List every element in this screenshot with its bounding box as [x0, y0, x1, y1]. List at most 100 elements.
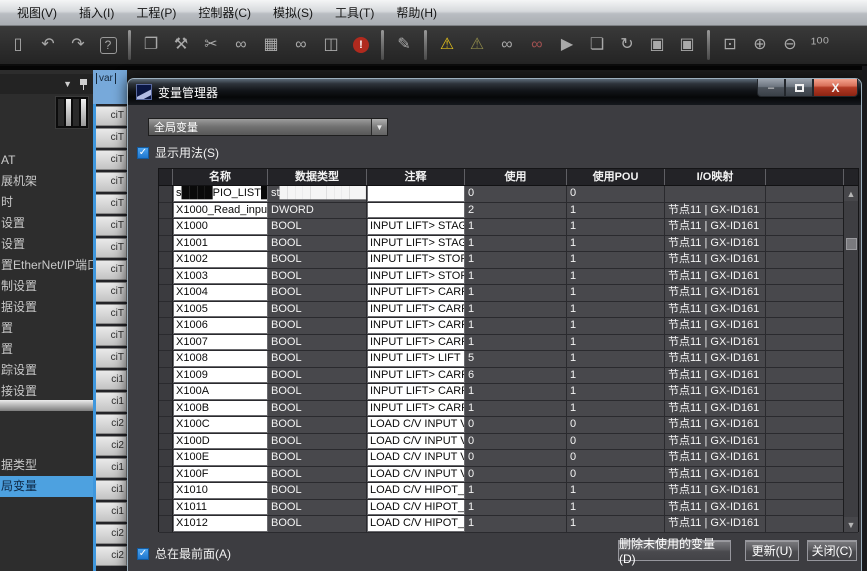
- warning-off-icon[interactable]: ⚠: [465, 33, 489, 57]
- warning-icon[interactable]: ⚠: [435, 33, 459, 57]
- background-row-header[interactable]: ciT: [96, 238, 127, 258]
- monitor-watch-off-icon[interactable]: ∞: [525, 33, 549, 57]
- row-selector-cell[interactable]: [159, 219, 173, 235]
- zoom-out-icon[interactable]: ⊖: [778, 33, 802, 57]
- row-selector-cell[interactable]: [159, 269, 173, 285]
- row-selector-cell[interactable]: [159, 500, 173, 516]
- name-cell[interactable]: s████PIO_LIST███: [173, 186, 268, 202]
- comment-cell[interactable]: INPUT LIFT> STOP: [367, 269, 465, 285]
- datatype-cell[interactable]: st████████████: [268, 186, 367, 202]
- comment-cell[interactable]: INPUT LIFT> LIFT (: [367, 351, 465, 367]
- datatype-cell[interactable]: BOOL: [268, 401, 367, 417]
- column-header-2[interactable]: 注释: [367, 169, 465, 185]
- datatype-cell[interactable]: BOOL: [268, 467, 367, 483]
- name-cell[interactable]: X1008: [173, 351, 268, 367]
- comment-cell[interactable]: INPUT LIFT> STAG: [367, 219, 465, 235]
- background-row-header[interactable]: ciT: [96, 216, 127, 236]
- row-selector-cell[interactable]: [159, 384, 173, 400]
- row-selector-cell[interactable]: [159, 450, 173, 466]
- menu-item-3[interactable]: 控制器(C): [187, 0, 262, 25]
- search-binoculars-icon[interactable]: ◫: [319, 33, 343, 57]
- comment-cell[interactable]: LOAD C/V INPUT V: [367, 450, 465, 466]
- row-selector-cell[interactable]: [159, 203, 173, 219]
- watch-icon[interactable]: ∞: [229, 33, 253, 57]
- background-row-header[interactable]: ciT: [96, 326, 127, 346]
- show-usage-checkbox[interactable]: ✓ 显示用法(S): [137, 144, 219, 161]
- comment-cell[interactable]: INPUT LIFT> CARR: [367, 335, 465, 351]
- column-header-1[interactable]: 数据类型: [268, 169, 367, 185]
- sidebar-item-8[interactable]: 置: [0, 318, 93, 339]
- datatype-cell[interactable]: BOOL: [268, 450, 367, 466]
- scroll-down-icon[interactable]: ▼: [844, 517, 858, 532]
- comment-cell[interactable]: INPUT LIFT> CARR: [367, 401, 465, 417]
- help-icon[interactable]: ?: [96, 33, 120, 57]
- sidebar-item-3[interactable]: 设置: [0, 213, 93, 234]
- error-list-icon[interactable]: !: [349, 33, 373, 57]
- background-row-header[interactable]: ci2: [96, 524, 127, 544]
- row-selector-cell[interactable]: [159, 401, 173, 417]
- comment-cell[interactable]: INPUT LIFT> CARR: [367, 368, 465, 384]
- background-row-header[interactable]: ciT: [96, 260, 127, 280]
- name-cell[interactable]: X1009: [173, 368, 268, 384]
- always-on-top-checkbox[interactable]: ✓ 总在最前面(A): [137, 545, 231, 562]
- menu-item-1[interactable]: 插入(I): [68, 0, 125, 25]
- datatype-cell[interactable]: DWORD: [268, 203, 367, 219]
- scrollbar-thumb[interactable]: [846, 238, 857, 250]
- name-cell[interactable]: X1000: [173, 219, 268, 235]
- minimize-button[interactable]: –: [757, 79, 785, 97]
- name-cell[interactable]: X1011: [173, 500, 268, 516]
- datatype-cell[interactable]: BOOL: [268, 500, 367, 516]
- datatype-cell[interactable]: BOOL: [268, 384, 367, 400]
- background-row-header[interactable]: ci1: [96, 392, 127, 412]
- sidebar-item-2[interactable]: 时: [0, 192, 93, 213]
- update-button[interactable]: 更新(U): [745, 540, 799, 561]
- run-copy-icon[interactable]: ❏: [585, 33, 609, 57]
- row-selector-cell[interactable]: [159, 417, 173, 433]
- name-cell[interactable]: X100E: [173, 450, 268, 466]
- background-row-header[interactable]: ciT: [96, 348, 127, 368]
- background-row-header[interactable]: ci2: [96, 546, 127, 566]
- close-dialog-button[interactable]: 关闭(C): [807, 540, 857, 561]
- name-cell[interactable]: X100B: [173, 401, 268, 417]
- column-header-3[interactable]: 使用: [465, 169, 567, 185]
- comment-cell[interactable]: LOAD C/V INPUT V: [367, 467, 465, 483]
- pin-icon[interactable]: [80, 79, 87, 90]
- dropdown-arrow-icon[interactable]: ▼: [371, 119, 387, 135]
- chevron-down-icon[interactable]: ▼: [63, 79, 72, 89]
- comment-cell[interactable]: LOAD C/V HIPOT_: [367, 500, 465, 516]
- column-header-5[interactable]: I/O映射: [665, 169, 766, 185]
- sidebar-splitter[interactable]: [0, 400, 93, 411]
- row-selector-cell[interactable]: [159, 318, 173, 334]
- menu-item-6[interactable]: 帮助(H): [385, 0, 448, 25]
- background-row-header[interactable]: ci1: [96, 502, 127, 522]
- background-row-header[interactable]: ci2: [96, 436, 127, 456]
- menu-item-0[interactable]: 视图(V): [6, 0, 68, 25]
- row-selector-cell[interactable]: [159, 236, 173, 252]
- datatype-cell[interactable]: BOOL: [268, 368, 367, 384]
- menu-item-2[interactable]: 工程(P): [125, 0, 187, 25]
- column-header-0[interactable]: 名称: [173, 169, 268, 185]
- name-cell[interactable]: X100D: [173, 434, 268, 450]
- background-row-header[interactable]: ciT: [96, 194, 127, 214]
- zoom-100-icon[interactable]: ¹⁰⁰: [808, 33, 832, 57]
- comment-cell[interactable]: LOAD C/V HIPOT_: [367, 483, 465, 499]
- sidebar-item-1[interactable]: 展机架: [0, 171, 93, 192]
- close-button[interactable]: X: [813, 79, 858, 97]
- row-selector-cell[interactable]: [159, 434, 173, 450]
- background-row-header[interactable]: ci1: [96, 480, 127, 500]
- name-cell[interactable]: X1007: [173, 335, 268, 351]
- comment-cell[interactable]: INPUT LIFT> CARR: [367, 318, 465, 334]
- row-selector-cell[interactable]: [159, 252, 173, 268]
- background-row-header[interactable]: ci1: [96, 370, 127, 390]
- background-row-header[interactable]: ciT: [96, 304, 127, 324]
- row-selector-cell[interactable]: [159, 467, 173, 483]
- row-selector-cell[interactable]: [159, 483, 173, 499]
- name-cell[interactable]: X1004: [173, 285, 268, 301]
- comment-cell[interactable]: INPUT LIFT> CARR: [367, 285, 465, 301]
- row-selector-cell[interactable]: [159, 368, 173, 384]
- comment-cell[interactable]: INPUT LIFT> STOP: [367, 252, 465, 268]
- delete-icon[interactable]: ▯: [6, 33, 30, 57]
- row-selector-cell[interactable]: [159, 516, 173, 532]
- variable-scope-dropdown[interactable]: 全局变量 ▼: [148, 118, 388, 136]
- background-row-header[interactable]: ciT: [96, 106, 127, 126]
